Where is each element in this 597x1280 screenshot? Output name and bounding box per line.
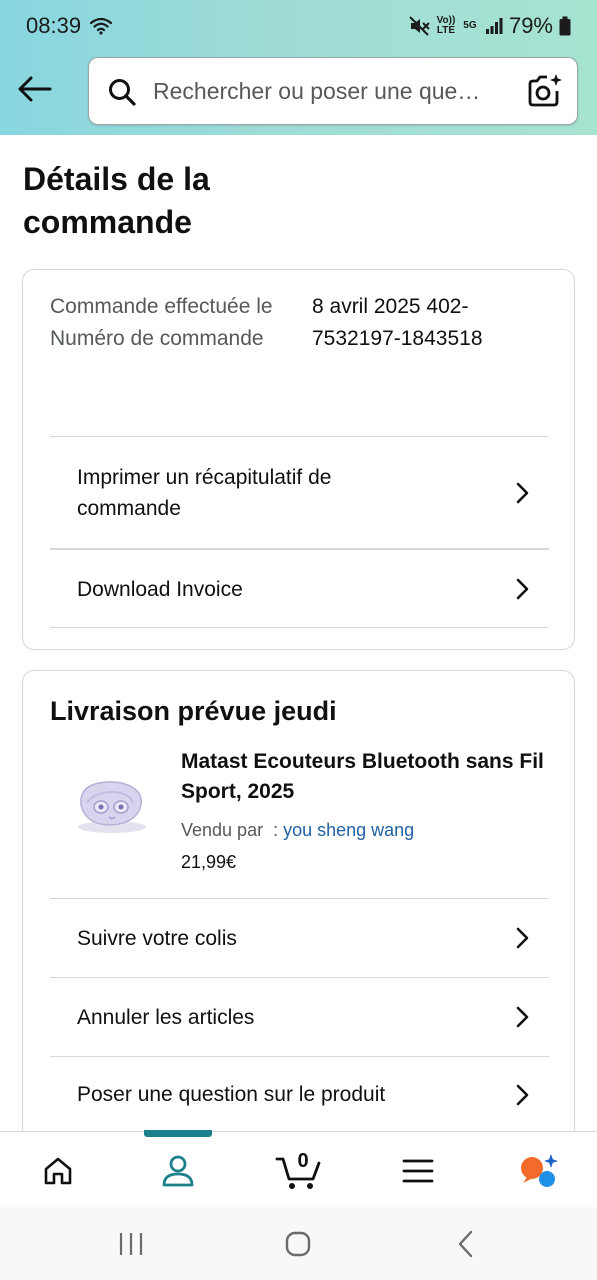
ask-question-row[interactable]: Poser une question sur le produit [50, 1056, 549, 1132]
battery-icon [559, 16, 571, 36]
mute-icon [409, 16, 431, 36]
divider [50, 627, 549, 628]
recent-apps-icon [119, 1233, 143, 1255]
product-title-link[interactable]: Matast Ecouteurs Bluetooth sans Fil Spor… [181, 747, 561, 807]
back-chevron-icon [458, 1230, 473, 1258]
network-5g-icon: 5G [463, 20, 477, 31]
nav-assistant[interactable] [514, 1146, 564, 1196]
back-button[interactable] [14, 68, 56, 110]
order-info-labels: Commande effectuée le Numéro de commande [50, 295, 273, 350]
nav-cart[interactable]: 0 [272, 1146, 324, 1196]
volte-icon: Vo)) LTE [436, 15, 456, 36]
print-summary-label: Imprimer un récapitulatif de commande [77, 465, 332, 520]
chevron-right-icon [516, 578, 529, 600]
nav-home[interactable] [33, 1146, 83, 1196]
delivery-title: Livraison prévue jeudi [50, 696, 337, 726]
search-input[interactable] [153, 58, 517, 124]
download-invoice-row[interactable]: Download Invoice [50, 548, 549, 628]
menu-icon [402, 1159, 434, 1183]
clock: 08:39 [26, 13, 82, 38]
home-button[interactable] [278, 1227, 318, 1261]
system-navigation-bar [0, 1207, 597, 1280]
nav-account[interactable] [153, 1146, 203, 1196]
chevron-right-icon [516, 1084, 529, 1105]
seller-line: Vendu par : you sheng wang [181, 817, 561, 843]
chevron-right-icon [516, 1006, 529, 1028]
order-info-values: 8 avril 2025 402-7532197-1843518 [312, 295, 483, 350]
download-invoice-label: Download Invoice [77, 577, 243, 601]
order-info-card: Commande effectuée le Numéro de commande… [22, 269, 575, 650]
track-package-row[interactable]: Suivre votre colis [50, 898, 549, 977]
ask-question-label: Poser une question sur le produit [77, 1083, 386, 1106]
delivery-card: Livraison prévue jeudi Matast Ecouteurs … [22, 670, 575, 1150]
nav-menu[interactable] [393, 1146, 443, 1196]
bottom-navigation: 0 [0, 1130, 597, 1207]
cancel-items-row[interactable]: Annuler les articles [50, 977, 549, 1056]
page-title: Détails de la commande [23, 161, 210, 240]
account-icon [162, 1155, 194, 1187]
search-icon [109, 79, 136, 106]
active-tab-indicator [144, 1130, 212, 1137]
camera-search-icon[interactable] [527, 73, 563, 109]
product-price: 21,99€ [181, 852, 237, 872]
system-back-button[interactable] [446, 1227, 486, 1261]
search-bar[interactable] [88, 57, 578, 125]
order-details-screen: 08:39 Vo)) LTE 5G 79% Rechercher ou pose… [0, 0, 597, 1280]
header: 08:39 Vo)) LTE 5G 79% Rechercher ou pose… [0, 0, 597, 135]
home-icon [44, 1157, 72, 1185]
signal-icon [485, 17, 503, 35]
recent-apps-button[interactable] [111, 1227, 151, 1261]
arrow-left-icon [18, 76, 52, 102]
cart-count-badge: 0 [297, 1150, 309, 1172]
battery-percent: 79% [508, 13, 553, 38]
wifi-icon [89, 17, 113, 35]
chevron-right-icon [516, 482, 529, 503]
status-bar: 08:39 Vo)) LTE 5G 79% [0, 0, 597, 52]
product-image[interactable] [73, 765, 151, 843]
chevron-right-icon [516, 927, 529, 949]
seller-link[interactable]: you sheng wang [283, 820, 414, 840]
cancel-items-label: Annuler les articles [77, 1005, 255, 1029]
home-circle-icon [285, 1231, 311, 1257]
print-summary-row[interactable]: Imprimer un récapitulatif de commande [50, 436, 549, 548]
seller-prefix: Vendu par : [181, 820, 284, 840]
assistant-icon [521, 1154, 558, 1187]
track-package-label: Suivre votre colis [77, 926, 237, 950]
